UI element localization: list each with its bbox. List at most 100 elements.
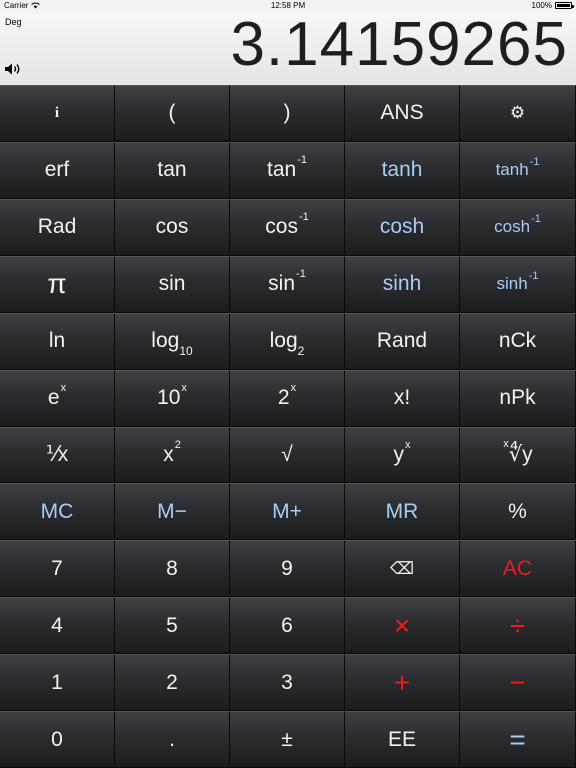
key-label: log10 — [151, 329, 192, 358]
log2-key[interactable]: log2 — [230, 312, 345, 370]
settings-key[interactable]: ⚙ — [460, 85, 576, 142]
percent-key[interactable]: % — [460, 483, 576, 541]
arctan-key[interactable]: tan-1 — [230, 141, 345, 199]
digit-4-key[interactable]: 4 — [0, 597, 115, 655]
reciprocal-key[interactable]: ⅟x — [0, 426, 115, 484]
key-text: tan — [267, 158, 297, 182]
key-text: MC — [40, 499, 74, 523]
key-label: + — [394, 667, 410, 699]
key-superscript: -1 — [298, 211, 309, 224]
sinh-key[interactable]: sinh — [345, 255, 460, 313]
key-label: ) — [284, 101, 291, 125]
speaker-icon[interactable] — [4, 62, 22, 76]
open-paren-key[interactable]: ( — [115, 85, 230, 142]
key-label: tanh-1 — [496, 156, 540, 180]
y-power-x-key[interactable]: yx — [345, 426, 460, 484]
key-text: cosh — [379, 215, 425, 239]
key-label: = — [509, 724, 525, 756]
equals-key[interactable]: = — [460, 711, 576, 768]
key-label: 10x — [157, 382, 187, 410]
keypad: i() ANS ⚙ erf tan tan-1 tanh tanh-1 Rad cos cos-1 c… — [0, 85, 576, 768]
key-label: yx — [394, 439, 411, 467]
key-text: ) — [283, 101, 291, 125]
key-text: cos — [265, 215, 298, 239]
key-label: ⅟x — [46, 442, 68, 467]
key-label: 0 — [51, 728, 63, 752]
memory-minus-key[interactable]: M− — [115, 483, 230, 541]
close-paren-key[interactable]: ) — [230, 85, 345, 142]
key-superscript: -1 — [528, 270, 539, 283]
key-text: % — [508, 499, 527, 523]
log10-key[interactable]: log10 — [115, 312, 230, 370]
nck-key[interactable]: nCk — [460, 312, 576, 370]
backspace-key[interactable]: ⌫ — [345, 540, 460, 598]
key-label: 9 — [281, 557, 293, 581]
key-label: √ — [281, 443, 293, 467]
exp-key[interactable]: ex — [0, 369, 115, 427]
key-text: M+ — [272, 499, 302, 523]
digit-3-key[interactable]: 3 — [230, 654, 345, 712]
key-superscript: x — [290, 382, 297, 395]
pi-key[interactable]: π — [0, 255, 115, 313]
ln-key[interactable]: ln — [0, 312, 115, 370]
factorial-key[interactable]: x! — [345, 369, 460, 427]
plus-minus-key[interactable]: ± — [230, 711, 345, 768]
cos-key[interactable]: cos — [115, 198, 230, 256]
key-label: % — [508, 500, 527, 524]
key-label: nCk — [499, 329, 536, 353]
key-text: e — [47, 386, 60, 410]
key-text: = — [509, 723, 526, 755]
info-key[interactable]: i — [0, 85, 115, 142]
memory-plus-key[interactable]: M+ — [230, 483, 345, 541]
key-label: x2 — [163, 439, 181, 467]
digit-1-key[interactable]: 1 — [0, 654, 115, 712]
tan-key[interactable]: tan — [115, 141, 230, 199]
sqrt-key[interactable]: √ — [230, 426, 345, 484]
sin-key[interactable]: sin — [115, 255, 230, 313]
x-root-y-key[interactable]: x∜y — [460, 426, 576, 484]
arcsinh-key[interactable]: sinh-1 — [460, 255, 576, 313]
two-power-key[interactable]: 2x — [230, 369, 345, 427]
ee-key[interactable]: EE — [345, 711, 460, 768]
ans-key[interactable]: ANS — [345, 85, 460, 142]
digit-5-key[interactable]: 5 — [115, 597, 230, 655]
memory-recall-key[interactable]: MR — [345, 483, 460, 541]
key-label: i — [55, 105, 59, 122]
key-text: x! — [393, 386, 411, 410]
all-clear-key[interactable]: AC — [460, 540, 576, 598]
key-superscript: -1 — [529, 156, 540, 169]
key-text: × — [393, 609, 411, 641]
digit-0-key[interactable]: 0 — [0, 711, 115, 768]
key-superscript: x — [60, 382, 67, 395]
arccos-key[interactable]: cos-1 — [230, 198, 345, 256]
digit-6-key[interactable]: 6 — [230, 597, 345, 655]
subtract-key[interactable]: − — [460, 654, 576, 712]
key-text: 7 — [51, 556, 63, 580]
divide-key[interactable]: ÷ — [460, 597, 576, 655]
ten-power-key[interactable]: 10x — [115, 369, 230, 427]
tanh-key[interactable]: tanh — [345, 141, 460, 199]
key-label: . — [169, 728, 175, 752]
rand-key[interactable]: Rand — [345, 312, 460, 370]
decimal-key[interactable]: . — [115, 711, 230, 768]
cosh-key[interactable]: cosh — [345, 198, 460, 256]
npk-key[interactable]: nPk — [460, 369, 576, 427]
key-text: sin — [268, 272, 296, 296]
multiply-key[interactable]: × — [345, 597, 460, 655]
add-key[interactable]: + — [345, 654, 460, 712]
key-label: AC — [503, 557, 532, 581]
key-text: sin — [158, 272, 186, 296]
arcsin-key[interactable]: sin-1 — [230, 255, 345, 313]
arccosh-key[interactable]: cosh-1 — [460, 198, 576, 256]
key-superscript: x — [181, 382, 187, 395]
key-text: erf — [44, 158, 70, 182]
memory-clear-key[interactable]: MC — [0, 483, 115, 541]
digit-2-key[interactable]: 2 — [115, 654, 230, 712]
digit-7-key[interactable]: 7 — [0, 540, 115, 598]
rad-key[interactable]: Rad — [0, 198, 115, 256]
square-key[interactable]: x2 — [115, 426, 230, 484]
digit-8-key[interactable]: 8 — [115, 540, 230, 598]
arctanh-key[interactable]: tanh-1 — [460, 141, 576, 199]
erf-key[interactable]: erf — [0, 141, 115, 199]
digit-9-key[interactable]: 9 — [230, 540, 345, 598]
